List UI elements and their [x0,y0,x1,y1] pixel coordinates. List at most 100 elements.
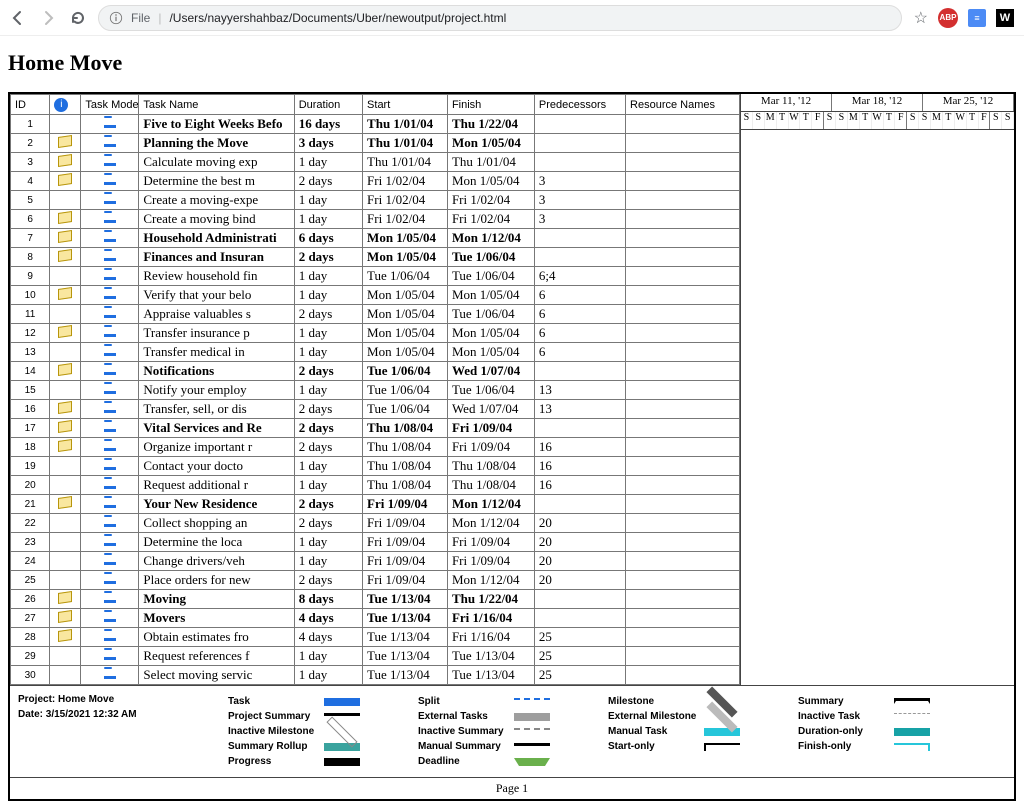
cell-start: Thu 1/08/04 [363,438,448,457]
back-button[interactable] [10,10,26,26]
cell-start: Tue 1/13/04 [363,647,448,666]
cell-id: 16 [11,400,50,419]
table-row[interactable]: 12Transfer insurance p1 dayMon 1/05/04Mo… [11,324,740,343]
cell-id: 9 [11,267,50,286]
manual-schedule-icon [104,175,116,185]
cell-task-mode [81,666,139,685]
table-row[interactable]: 18Organize important r2 daysThu 1/08/04F… [11,438,740,457]
cell-finish: Mon 1/12/04 [447,514,534,533]
cell-info [50,609,81,628]
cell-duration: 4 days [294,609,362,628]
cell-predecessors: 6 [534,324,625,343]
manual-schedule-icon [104,517,116,527]
cell-duration: 2 days [294,400,362,419]
cell-id: 26 [11,590,50,609]
table-row[interactable]: 9Review household fin1 dayTue 1/06/04Tue… [11,267,740,286]
cell-id: 11 [11,305,50,324]
cell-task-mode [81,647,139,666]
col-id[interactable]: ID [11,95,50,115]
timeline-day-header: SSMTWTFSSMTWTFSSMTWTFSS [741,112,1014,130]
cell-duration: 1 day [294,552,362,571]
col-finish[interactable]: Finish [447,95,534,115]
table-row[interactable]: 23Determine the loca1 dayFri 1/09/04Fri … [11,533,740,552]
cell-task-mode [81,381,139,400]
cell-finish: Fri 1/16/04 [447,628,534,647]
cell-predecessors: 16 [534,457,625,476]
reload-button[interactable] [70,10,86,26]
table-row[interactable]: 7Household Administrati6 daysMon 1/05/04… [11,229,740,248]
cell-task-mode [81,438,139,457]
timeline-day: M [848,112,860,129]
table-row[interactable]: 3Calculate moving exp1 dayThu 1/01/04Thu… [11,153,740,172]
col-predecessors[interactable]: Predecessors [534,95,625,115]
table-row[interactable]: 29Request references f1 dayTue 1/13/04Tu… [11,647,740,666]
table-row[interactable]: 17Vital Services and Re2 daysThu 1/08/04… [11,419,740,438]
table-row[interactable]: 27Movers4 daysTue 1/13/04Fri 1/16/04 [11,609,740,628]
table-row[interactable]: 2Planning the Move3 daysThu 1/01/04Mon 1… [11,134,740,153]
cell-resources [626,267,740,286]
legend-label: Summary [798,696,888,707]
cell-task-name: Determine the loca [139,533,294,552]
table-row[interactable]: 1Five to Eight Weeks Befo16 daysThu 1/01… [11,115,740,134]
table-row[interactable]: 13Transfer medical in1 dayMon 1/05/04Mon… [11,343,740,362]
cell-start: Mon 1/05/04 [363,229,448,248]
task-grid: ID i Task Mode Task Name Duration Start … [10,94,740,685]
cell-task-name: Request additional r [139,476,294,495]
cell-duration: 2 days [294,362,362,381]
legend-label: Manual Summary [418,741,508,752]
cell-info [50,286,81,305]
legend-label: Inactive Task [798,711,888,722]
col-duration[interactable]: Duration [294,95,362,115]
table-row[interactable]: 24Change drivers/veh1 dayFri 1/09/04Fri … [11,552,740,571]
bookmark-star-icon[interactable]: ☆ [914,8,928,28]
forward-button[interactable] [40,10,56,26]
table-row[interactable]: 16Transfer, sell, or dis2 daysTue 1/06/0… [11,400,740,419]
cell-duration: 6 days [294,229,362,248]
table-row[interactable]: 11Appraise valuables s2 daysMon 1/05/04T… [11,305,740,324]
timeline-day: M [931,112,943,129]
col-start[interactable]: Start [363,95,448,115]
table-row[interactable]: 14Notifications2 daysTue 1/06/04Wed 1/07… [11,362,740,381]
table-row[interactable]: 6Create a moving bind1 dayFri 1/02/04Fri… [11,210,740,229]
col-resource-names[interactable]: Resource Names [626,95,740,115]
cell-predecessors: 20 [534,552,625,571]
table-row[interactable]: 8Finances and Insuran2 daysMon 1/05/04Tu… [11,248,740,267]
extension-w-icon[interactable]: W [996,9,1014,27]
page-footer: Page 1 [10,777,1014,799]
cell-predecessors: 6 [534,305,625,324]
note-icon [58,591,72,604]
table-row[interactable]: 25Place orders for new2 daysFri 1/09/04M… [11,571,740,590]
table-row[interactable]: 21Your New Residence2 daysFri 1/09/04Mon… [11,495,740,514]
cell-start: Tue 1/06/04 [363,381,448,400]
address-bar[interactable]: File | /Users/nayyershahbaz/Documents/Ub… [98,5,902,31]
timeline-day: T [860,112,872,129]
col-task-name[interactable]: Task Name [139,95,294,115]
table-row[interactable]: 10Verify that your belo1 dayMon 1/05/04M… [11,286,740,305]
extension-abp-icon[interactable]: ABP [938,8,958,28]
note-icon [58,496,72,509]
cell-info [50,533,81,552]
table-row[interactable]: 15Notify your employ1 dayTue 1/06/04Tue … [11,381,740,400]
table-row[interactable]: 26Moving8 daysTue 1/13/04Thu 1/22/04 [11,590,740,609]
table-row[interactable]: 22Collect shopping an2 daysFri 1/09/04Mo… [11,514,740,533]
cell-predecessors [534,115,625,134]
table-row[interactable]: 19Contact your docto1 dayThu 1/08/04Thu … [11,457,740,476]
extension-generic-icon[interactable]: ≡ [968,9,986,27]
cell-resources [626,172,740,191]
cell-duration: 1 day [294,286,362,305]
col-task-mode[interactable]: Task Mode [81,95,139,115]
cell-finish: Fri 1/09/04 [447,552,534,571]
table-row[interactable]: 5Create a moving-expe1 dayFri 1/02/04Fri… [11,191,740,210]
manual-schedule-icon [104,441,116,451]
col-info[interactable]: i [50,95,81,115]
cell-start: Fri 1/09/04 [363,514,448,533]
cell-start: Tue 1/13/04 [363,609,448,628]
table-row[interactable]: 28Obtain estimates fro4 daysTue 1/13/04F… [11,628,740,647]
legend-item: Summary Rollup [228,739,418,754]
table-row[interactable]: 20Request additional r1 dayThu 1/08/04Th… [11,476,740,495]
timeline-day: T [943,112,955,129]
cell-finish: Mon 1/05/04 [447,324,534,343]
table-row[interactable]: 30Select moving servic1 dayTue 1/13/04Tu… [11,666,740,685]
cell-duration: 2 days [294,172,362,191]
table-row[interactable]: 4Determine the best m2 daysFri 1/02/04Mo… [11,172,740,191]
